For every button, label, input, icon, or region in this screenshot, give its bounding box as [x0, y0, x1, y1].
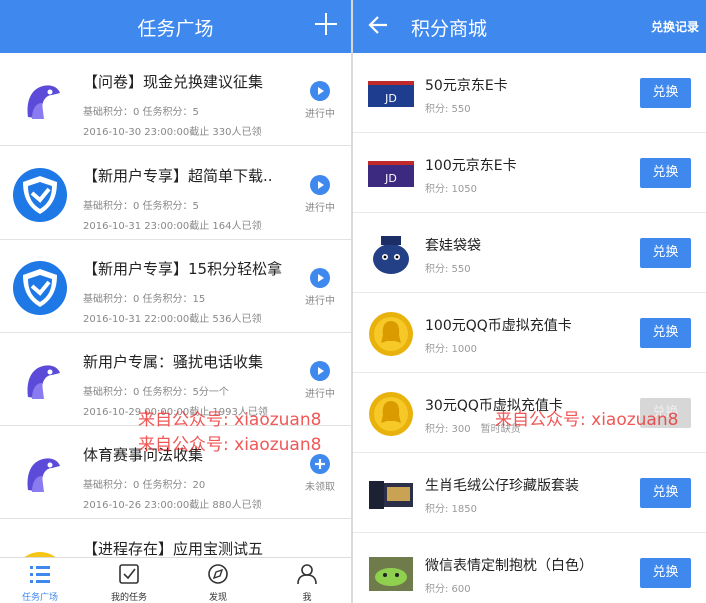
product-points: 积分: 550 [425, 104, 471, 115]
task-points: 基础积分：0 任务积分：5 [83, 107, 199, 118]
product-points: 积分: 1000 [425, 344, 477, 355]
task-status[interactable]: 进行中 [302, 175, 338, 214]
tab-me[interactable]: 我 [272, 564, 342, 603]
tab-label: 我的任务 [110, 593, 147, 603]
pillow-image [369, 557, 413, 591]
status-label: 进行中 [305, 389, 335, 400]
status-label: 进行中 [305, 203, 335, 214]
penguin-icon [27, 365, 60, 399]
task-title: 【进程存在】应用宝测试五 [83, 540, 264, 558]
bottom-tab-bar: 任务广场 我的任务 发现 我 [0, 557, 351, 603]
play-icon [310, 268, 330, 288]
svg-text:JD: JD [384, 172, 397, 185]
task-points: 基础积分：0 任务积分：5 [83, 201, 199, 212]
product-name: 50元京东E卡 [425, 78, 508, 94]
page-title: 任务广场 [137, 18, 214, 40]
product-points: 积分: 600 [425, 584, 471, 595]
status-label: 进行中 [305, 109, 335, 120]
product-name: 套娃袋袋 [425, 238, 481, 254]
tab-label: 发现 [208, 593, 227, 603]
play-icon [310, 81, 330, 101]
plus-circle-icon [310, 454, 330, 474]
penguin-icon [27, 85, 60, 119]
task-topbar: 任务广场 [0, 0, 351, 53]
mall-topbar: 积分商城 兑换记录 [353, 0, 706, 53]
task-title: 【新用户专享】超简单下载.. [83, 167, 273, 185]
task-title: 【新用户专享】15积分轻松拿 [83, 260, 283, 278]
user-icon [297, 564, 317, 585]
shield-app-icon [13, 168, 67, 222]
task-title: 【问卷】现金兑换建议征集 [83, 73, 264, 91]
task-row[interactable]: 【新用户专享】超简单下载.. 基础积分：0 任务积分：5 2016-10-31 … [0, 147, 351, 240]
tab-my-tasks[interactable]: 我的任务 [94, 564, 164, 603]
product-row[interactable]: 100元QQ币虚拟充值卡 积分: 1000 兑换 [353, 293, 706, 373]
compass-icon [208, 564, 228, 584]
exchange-record-link[interactable]: 兑换记录 [651, 18, 699, 35]
svg-text:JD: JD [384, 92, 397, 105]
status-label: 进行中 [305, 296, 335, 307]
tab-label: 我 [302, 593, 312, 603]
task-points: 基础积分：0 任务积分：15 [83, 294, 206, 305]
tab-discover[interactable]: 发现 [183, 564, 253, 603]
exchange-button[interactable]: 兑换 [640, 478, 691, 508]
task-points: 基础积分：0 任务积分：20 [83, 480, 206, 491]
tab-label: 任务广场 [21, 593, 58, 603]
jd-card-image: JD [368, 161, 414, 187]
product-name: 100元京东E卡 [425, 158, 517, 174]
task-deadline: 2016-10-31 23:00:00截止 164人已领 [83, 221, 262, 232]
status-label: 未领取 [305, 482, 335, 493]
product-name: 100元QQ币虚拟充值卡 [425, 318, 572, 334]
jd-card-image: JD [368, 81, 414, 107]
product-row[interactable]: 微信表情定制抱枕（白色） 积分: 600 兑换 [353, 533, 706, 603]
watermark: 来自公众号: xiaozuan8 [138, 410, 322, 430]
task-status[interactable]: 进行中 [302, 268, 338, 307]
task-status[interactable]: 未领取 [302, 454, 338, 493]
exchange-button[interactable]: 兑换 [640, 78, 691, 108]
task-row[interactable]: 【问卷】现金兑换建议征集 基础积分：0 任务积分：5 2016-10-30 23… [0, 53, 351, 146]
exchange-button[interactable]: 兑换 [640, 318, 691, 348]
product-row[interactable]: JD 100元京东E卡 积分: 1050 兑换 [353, 133, 706, 213]
task-deadline: 2016-10-30 23:00:00截止 330人已领 [83, 127, 262, 138]
exchange-button[interactable]: 兑换 [640, 158, 691, 188]
watermark: 来自公众号: xiaozuan8 [495, 410, 679, 430]
list-icon [30, 566, 50, 583]
shield-app-icon [13, 261, 67, 315]
exchange-button[interactable]: 兑换 [640, 558, 691, 588]
product-row[interactable]: JD 50元京东E卡 积分: 550 兑换 [353, 53, 706, 133]
tab-task-square[interactable]: 任务广场 [5, 564, 75, 603]
task-row[interactable]: 【新用户专享】15积分轻松拿 基础积分：0 任务积分：15 2016-10-31… [0, 240, 351, 333]
points-mall-screen: 积分商城 兑换记录 JD 50元京东E卡 积分: 550 兑换 JD 100元京… [353, 0, 706, 603]
checkbox-icon [119, 564, 139, 584]
task-title: 新用户专属：骚扰电话收集 [83, 353, 264, 371]
product-row[interactable]: 生肖毛绒公仔珍藏版套装 积分: 1850 兑换 [353, 453, 706, 533]
product-points: 积分: 550 [425, 264, 471, 275]
qq-coin-image [369, 392, 413, 436]
exchange-button[interactable]: 兑换 [640, 238, 691, 268]
task-square-screen: 任务广场 【问卷】现金兑换建议征集 基础积分：0 任务积分：5 2016-10-… [0, 0, 351, 603]
product-name: 微信表情定制抱枕（白色） [425, 558, 593, 574]
plush-set-image [369, 481, 413, 509]
qq-coin-image [369, 312, 413, 356]
task-deadline: 2016-10-26 23:00:00截止 880人已领 [83, 500, 262, 511]
play-icon [310, 361, 330, 381]
product-row[interactable]: 套娃袋袋 积分: 550 兑换 [353, 213, 706, 293]
page-title: 积分商城 [411, 18, 488, 40]
task-status[interactable]: 进行中 [302, 81, 338, 120]
task-status[interactable]: 进行中 [302, 361, 338, 400]
watermark: 来自公众号: xiaozuan8 [138, 435, 322, 455]
product-name: 生肖毛绒公仔珍藏版套装 [425, 478, 579, 494]
product-points: 积分: 1050 [425, 184, 477, 195]
plush-doll-image [373, 236, 409, 274]
penguin-icon [27, 458, 60, 492]
play-icon [310, 175, 330, 195]
product-points: 积分: 1850 [425, 504, 477, 515]
task-deadline: 2016-10-31 22:00:00截止 536人已领 [83, 314, 262, 325]
add-icon[interactable] [315, 13, 337, 35]
back-arrow-icon[interactable] [367, 13, 389, 37]
task-points: 基础积分：0 任务积分：5分一个 [83, 387, 229, 398]
